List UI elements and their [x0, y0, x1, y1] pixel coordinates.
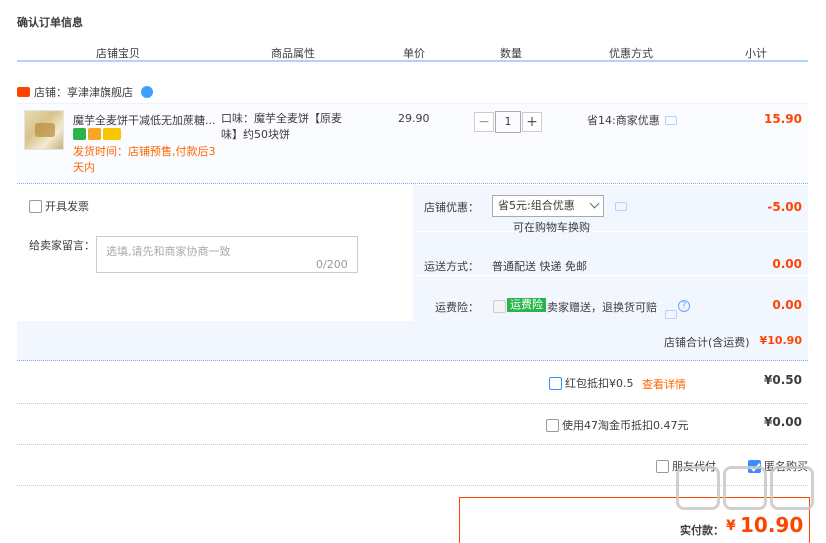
shop-discount-label: 店铺优惠：	[424, 201, 479, 214]
qty-minus-button[interactable]: −	[474, 112, 494, 132]
seven-day-return-icon	[73, 128, 86, 140]
qty-input[interactable]: 1	[495, 111, 521, 133]
col-discount: 优惠方式	[609, 47, 653, 60]
ship-time: 发货时间：店铺预售,付款后3天内	[73, 145, 216, 174]
insurance-info-icon[interactable]	[665, 310, 677, 319]
shop-discount-select[interactable]: 省5元:组合优惠	[492, 195, 604, 217]
taobao-coin-checkbox[interactable]	[546, 418, 559, 432]
qty-plus-button[interactable]: +	[522, 112, 542, 132]
invoice-option[interactable]: 开具发票	[29, 198, 89, 214]
help-icon[interactable]: ?	[678, 300, 690, 312]
message-placeholder: 选填,请先和商家协商一致	[106, 245, 231, 258]
divider	[17, 403, 808, 404]
payment-label: 实付款：	[680, 524, 724, 537]
invoice-checkbox[interactable]	[29, 199, 42, 213]
item-attribute: 口味：魔芋全麦饼【原麦味】约50块饼	[221, 112, 342, 141]
shop-discount-info-icon[interactable]	[615, 202, 627, 211]
insurance-checkbox	[493, 299, 506, 313]
column-header: 店铺宝贝 商品属性 单价 数量 优惠方式 小计	[17, 44, 808, 62]
discount-text: 省14:商家优惠	[587, 114, 660, 127]
col-attr: 商品属性	[271, 47, 315, 60]
insurance-price: 0.00	[772, 298, 802, 312]
page-title: 确认订单信息	[17, 16, 83, 29]
shop-total-value: ¥10.90	[759, 334, 802, 347]
red-packet-label: 红包抵扣¥0.5	[565, 377, 634, 390]
col-qty: 数量	[500, 47, 522, 60]
peer-pay-checkbox[interactable]	[656, 459, 669, 473]
col-subtotal: 小计	[745, 47, 767, 60]
unit-price: 29.90	[398, 112, 430, 125]
discount-info-icon[interactable]	[664, 115, 677, 125]
item-name[interactable]: 魔芋全麦饼干减低无加蔗糖...	[73, 112, 221, 128]
shop-header: 店铺： 享津津旗舰店	[17, 84, 153, 100]
taobao-coin-option[interactable]: 使用47淘金币抵扣0.47元	[546, 417, 689, 433]
col-item: 店铺宝贝	[96, 47, 140, 60]
insurance-label: 运费险：	[435, 301, 479, 314]
taobao-coin-amount: ¥0.00	[764, 415, 802, 429]
shop-discount-selected: 省5元:组合优惠	[498, 199, 575, 212]
quantity-stepper: − 1 +	[474, 111, 542, 133]
product-thumbnail[interactable]	[24, 110, 64, 150]
shipping-label: 运送方式：	[424, 260, 479, 273]
taobao-coin-label: 使用47淘金币抵扣0.47元	[562, 419, 689, 432]
insurance-tag: 运费险	[507, 298, 546, 312]
invoice-label: 开具发票	[45, 200, 89, 213]
payment-total: 10.90	[740, 513, 804, 537]
shipping-method: 普通配送 快递 免邮	[492, 260, 587, 273]
wangwang-chat-icon[interactable]	[141, 86, 153, 98]
watermark-logo	[676, 466, 814, 510]
payment-currency: ¥	[726, 518, 736, 534]
shop-discount-value: -5.00	[767, 200, 802, 214]
message-char-count: 0/200	[316, 258, 348, 271]
item-discount: 省14:商家优惠	[587, 112, 677, 128]
divider	[17, 444, 808, 445]
insurance-text: 卖家赠送，退换货可赔	[547, 301, 657, 314]
tmall-icon	[17, 87, 30, 97]
red-packet-option[interactable]: 红包抵扣¥0.5	[549, 375, 634, 391]
shipping-price: 0.00	[772, 257, 802, 271]
shop-name[interactable]: 享津津旗舰店	[67, 84, 133, 100]
service-badges	[73, 128, 121, 140]
red-packet-detail-link[interactable]: 查看详情	[642, 376, 686, 392]
message-label: 给卖家留言：	[29, 239, 95, 252]
shop-discount-note: 可在购物车换购	[513, 221, 590, 234]
chevron-down-icon	[589, 198, 600, 209]
red-packet-amount: ¥0.50	[764, 373, 802, 387]
shop-total-label: 店铺合计(含运费)	[664, 336, 750, 349]
shop-label: 店铺：	[34, 86, 67, 99]
item-subtotal: 15.90	[764, 112, 802, 126]
red-packet-checkbox[interactable]	[549, 376, 562, 390]
col-price: 单价	[403, 47, 425, 60]
guarantee-icon	[88, 128, 101, 140]
credit-card-icon	[103, 128, 121, 140]
